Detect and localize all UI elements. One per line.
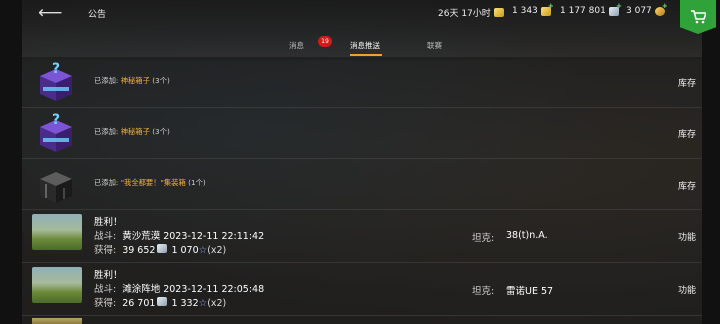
silver-icon [608,2,622,16]
gold-balance[interactable]: 1 343 [512,2,554,17]
battle-earnings: 获得: 26 701 1 332☆(x2) [94,297,227,309]
premium-timer-text: 26天 17小时 [438,9,491,19]
tank-name: 38(t)n.A. [506,230,548,241]
mystery-box-icon: ? [40,61,72,101]
unread-badge: 19 [318,36,332,47]
xp-star-icon: ☆ [198,298,208,309]
page-title: 公告 [88,10,107,20]
tab-league[interactable]: 联赛 [427,40,442,51]
item-added-text: 已添加: "我全都要！"集装箱 (1个) [94,178,206,187]
shop-button[interactable] [680,0,716,34]
battle-info: 战斗: 滩涂阵地 2023-12-11 22:05:48 [94,284,265,295]
xp-star-icon: ☆ [198,245,208,256]
battle-result-row: 胜利！ 战斗: 滩涂阵地 2023-12-11 22:05:48 获得: 26 70… [22,263,702,316]
mystery-box-icon: ? [40,112,72,152]
tank-thumbnail [32,267,82,303]
tank-name: 雷诺UE 57 [506,286,554,297]
cart-icon [691,10,706,24]
item-added-text: 已添加: 神秘箱子 (3个) [94,127,170,136]
inventory-button[interactable]: 库存 [678,179,696,192]
battle-earnings: 获得: 39 652 1 070☆(x2) [94,244,227,256]
gold-amount: 1 343 [512,6,538,16]
tank-thumbnail [32,214,82,250]
item-added-text: 已添加: 神秘箱子 (3个) [94,76,170,85]
battle-result-row: 胜利！ 战斗: 黄沙荒漠 2023-12-11 22:11:42 获得: 39 65… [22,210,702,263]
list-item: ? 已添加: 神秘箱子 (3个) 库存 [22,57,702,108]
function-button[interactable]: 功能 [678,230,696,243]
back-arrow-icon[interactable]: ⟵ [38,3,62,23]
battle-info: 战斗: 黄沙荒漠 2023-12-11 22:11:42 [94,231,265,242]
message-list: ? 已添加: 神秘箱子 (3个) 库存 ? 已添加: 神秘箱子 (3个) 库存 … [22,57,702,316]
battle-outcome: 胜利！ [94,217,123,228]
list-item-partial [22,316,702,324]
premium-timer[interactable]: 26天 17小时 [438,6,504,19]
silver-icon [157,297,168,306]
premium-crown-icon [493,8,504,17]
silver-amount: 1 177 801 [560,6,606,16]
silver-balance[interactable]: 1 177 801 [560,2,622,17]
tab-push-messages[interactable]: 消息推送 [350,40,380,51]
tab-messages[interactable]: 消息 [289,40,304,51]
container-icon [40,172,72,203]
battle-outcome: 胜利！ [94,270,123,281]
svg-text:?: ? [52,112,60,128]
free-xp-icon [654,2,668,16]
free-xp-amount: 3 077 [626,6,652,16]
list-item: 已添加: "我全都要！"集装箱 (1个) 库存 [22,159,702,210]
tank-label: 坦克: [472,286,495,297]
list-item: ? 已添加: 神秘箱子 (3个) 库存 [22,108,702,159]
free-xp-balance[interactable]: 3 077 [626,2,668,17]
inventory-button[interactable]: 库存 [678,127,696,140]
tank-label: 坦克: [472,233,495,244]
function-button[interactable]: 功能 [678,283,696,296]
active-tab-indicator [350,54,382,56]
tank-thumbnail [32,318,82,324]
silver-icon [157,244,168,253]
tab-bar: 消息 19 消息推送 联赛 [0,36,720,58]
gold-icon [540,2,554,16]
inventory-button[interactable]: 库存 [678,76,696,89]
svg-text:?: ? [52,61,60,77]
